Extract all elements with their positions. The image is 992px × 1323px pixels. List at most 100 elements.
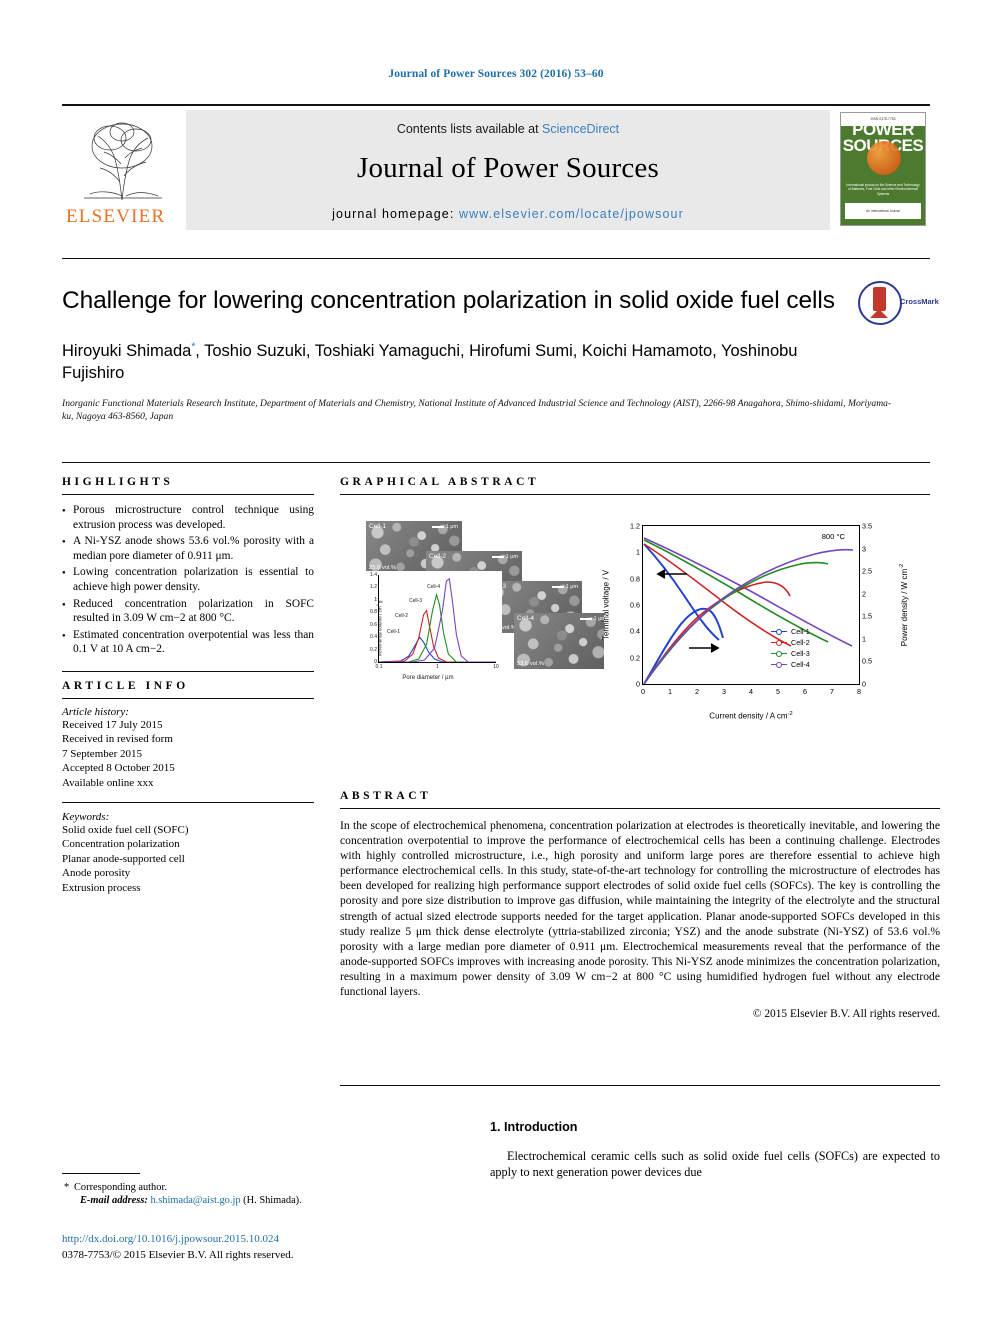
abstract-heading: ABSTRACT: [340, 790, 432, 802]
sem-label: Cell-2: [429, 553, 446, 560]
doi-link[interactable]: http://dx.doi.org/10.1016/j.jpowsour.201…: [62, 1233, 279, 1245]
highlights-rule: [62, 494, 314, 495]
crossmark-label: CrossMark: [900, 297, 939, 306]
corresponding-author-note: * Corresponding author.: [62, 1181, 362, 1195]
legend-item-cell-2: Cell-2: [771, 637, 810, 648]
homepage-prefix: journal homepage:: [332, 207, 459, 221]
introduction-paragraph: Electrochemical ceramic cells such as so…: [490, 1149, 940, 1179]
iv-chart-ylabel-left: Terminal voltage / V: [601, 569, 611, 641]
abstract-rule: [340, 808, 940, 809]
list-item: Reduced concentration polarization in SO…: [62, 597, 314, 626]
elsevier-wordmark: ELSEVIER: [66, 206, 166, 227]
iv-chart-axes: 1.2 1 0.8 0.6 0.4 0.2 0 3.5 3 2.5 2 1.5 …: [630, 521, 872, 697]
issn-copyright: 0378-7753/© 2015 Elsevier B.V. All right…: [62, 1249, 294, 1261]
article-history-label: Article history:: [62, 705, 129, 718]
email-label: E-mail address:: [80, 1195, 148, 1206]
cover-subtitle: International journal on the Science and…: [846, 183, 920, 196]
pore-curve-label-cell-2: Cell-2: [395, 613, 409, 620]
sem-scalebar: 1 μm: [491, 554, 518, 560]
journal-title: Journal of Power Sources: [357, 152, 659, 184]
cover-graphic: [867, 141, 901, 175]
left-column: HIGHLIGHTS Porous microstructure control…: [62, 476, 314, 895]
history-line: Available online xxx: [62, 776, 154, 789]
article-info-heading: ARTICLE INFO: [62, 679, 189, 692]
graphical-abstract-figure: Cell-1 25.8 vol.% 1 μm Cell-2 34.1 vol.%…: [340, 503, 930, 753]
sem-scalebar: 1 μm: [551, 584, 578, 590]
elsevier-logo: ELSEVIER: [62, 110, 182, 230]
history-line: Received 17 July 2015: [62, 718, 163, 731]
list-item: Porous microstructure control technique …: [62, 503, 314, 532]
sem-label: Cell-1: [369, 523, 386, 530]
title-block: Challenge for lowering concentration pol…: [62, 258, 939, 423]
keyword: Solid oxide fuel cell (SOFC): [62, 823, 189, 836]
keywords-block: Keywords: Solid oxide fuel cell (SOFC) C…: [62, 801, 314, 895]
journal-cover-thumbnail: ISSN 0378-7753 JOURNAL OF POWER SOURCES …: [838, 110, 930, 230]
email-link[interactable]: h.shimada@aist.go.jp: [150, 1195, 240, 1206]
legend-item-cell-4: Cell-4: [771, 659, 810, 670]
iv-chart-ylabel-right: Power density / W cm-2: [899, 563, 909, 647]
journal-masthead: ELSEVIER Contents lists available at Sci…: [62, 104, 930, 230]
list-item: Lowing concentration polarization is ess…: [62, 565, 314, 594]
iv-chart-temperature-annotation: 800 °C: [821, 532, 845, 541]
abstract-body: In the scope of electrochemical phenomen…: [340, 819, 940, 999]
keyword: Extrusion process: [62, 881, 141, 894]
keyword: Anode porosity: [62, 867, 131, 880]
footnote-rule: [62, 1173, 140, 1174]
crossmark-icon: [858, 281, 902, 325]
affiliation: Inorganic Functional Materials Research …: [62, 397, 892, 422]
iv-power-chart: Terminal voltage / V Power density / W c…: [601, 511, 922, 745]
contents-prefix: Contents lists available at: [396, 122, 543, 136]
email-note: E-mail address: h.shimada@aist.go.jp (H.…: [62, 1195, 362, 1206]
highlights-list: Porous microstructure control technique …: [62, 503, 314, 657]
asterisk-icon: *: [64, 1182, 70, 1193]
article-history: Article history: Received 17 July 2015 R…: [62, 697, 314, 790]
cover-bottom-text: An International Journal: [866, 209, 900, 213]
right-column: GRAPHICAL ABSTRACT Cell-1 25.8 vol.% 1 μ…: [340, 476, 930, 753]
list-item: Estimated concentration overpotential wa…: [62, 628, 314, 657]
keyword: Concentration polarization: [62, 838, 180, 851]
author-list: Hiroyuki Shimada*, Toshio Suzuki, Toshia…: [62, 336, 862, 384]
keywords-label: Keywords:: [62, 810, 110, 823]
legend-item-cell-3: Cell-3: [771, 648, 810, 659]
history-line: 7 September 2015: [62, 747, 143, 760]
page-title: Challenge for lowering concentration pol…: [62, 287, 835, 314]
highlights-heading: HIGHLIGHTS: [62, 476, 174, 488]
pore-distribution-chart: Incremental volume / cm3 g-1 1.4 1.2 1 0…: [354, 571, 502, 683]
graphical-abstract-heading: GRAPHICAL ABSTRACT: [340, 476, 540, 488]
pore-chart-axes: 1.4 1.2 1 0.8 0.6 0.4 0.2 0 0.1 1 10 Cel…: [370, 572, 499, 670]
graphical-abstract-rule: [340, 494, 930, 495]
article-info-block: ARTICLE INFO Article history: Received 1…: [62, 670, 314, 895]
running-head: Journal of Power Sources 302 (2016) 53–6…: [388, 68, 604, 80]
journal-homepage-line: journal homepage: www.elsevier.com/locat…: [186, 207, 830, 221]
history-line: Received in revised form: [62, 733, 173, 746]
pore-curve-label-cell-1: Cell-1: [387, 628, 401, 635]
iv-chart-legend: Cell-1 Cell-2 Cell-3 Cell-4: [771, 626, 810, 670]
keyword: Planar anode-supported cell: [62, 852, 185, 865]
introduction-heading: 1. Introduction: [490, 1120, 578, 1134]
elsevier-tree-icon: [70, 112, 174, 204]
abstract-section: ABSTRACT In the scope of electrochemical…: [340, 790, 940, 1020]
pore-curve-label-cell-4: Cell-4: [427, 583, 441, 590]
contents-line: Contents lists available at ScienceDirec…: [186, 110, 830, 136]
introduction-section: 1. Introduction Electrochemical ceramic …: [490, 1120, 940, 1180]
sem-porosity: 53.6 vol.%: [517, 661, 545, 667]
pore-chart-xlabel: Pore diameter / µm: [402, 675, 454, 681]
corresponding-author-text: Corresponding author.: [74, 1182, 167, 1193]
section-divider: [62, 462, 930, 463]
iv-chart-xlabel: Current density / A cm-2: [709, 711, 793, 721]
homepage-url[interactable]: www.elsevier.com/locate/jpowsour: [459, 207, 684, 221]
abstract-bottom-rule: [340, 1085, 940, 1086]
paper-page: Journal of Power Sources 302 (2016) 53–6…: [0, 0, 992, 1323]
pore-curve-label-cell-3: Cell-3: [409, 597, 423, 604]
authors-text: Hiroyuki Shimada*, Toshio Suzuki, Toshia…: [62, 341, 798, 382]
legend-item-cell-1: Cell-1: [771, 626, 810, 637]
sem-scalebar: 1 μm: [431, 524, 458, 530]
crossmark-badge[interactable]: CrossMark: [858, 281, 939, 325]
list-item: A Ni-YSZ anode shows 53.6 vol.% porosity…: [62, 534, 314, 563]
masthead-center: Contents lists available at ScienceDirec…: [186, 110, 830, 230]
abstract-copyright: © 2015 Elsevier B.V. All rights reserved…: [752, 1008, 940, 1021]
sciencedirect-link[interactable]: ScienceDirect: [542, 122, 619, 136]
sem-label: Cell-4: [517, 615, 534, 622]
sem-image-cell-4: Cell-4 53.6 vol.% 1 μm: [514, 613, 610, 669]
cover-top-text: ISSN 0378-7753: [870, 117, 896, 121]
